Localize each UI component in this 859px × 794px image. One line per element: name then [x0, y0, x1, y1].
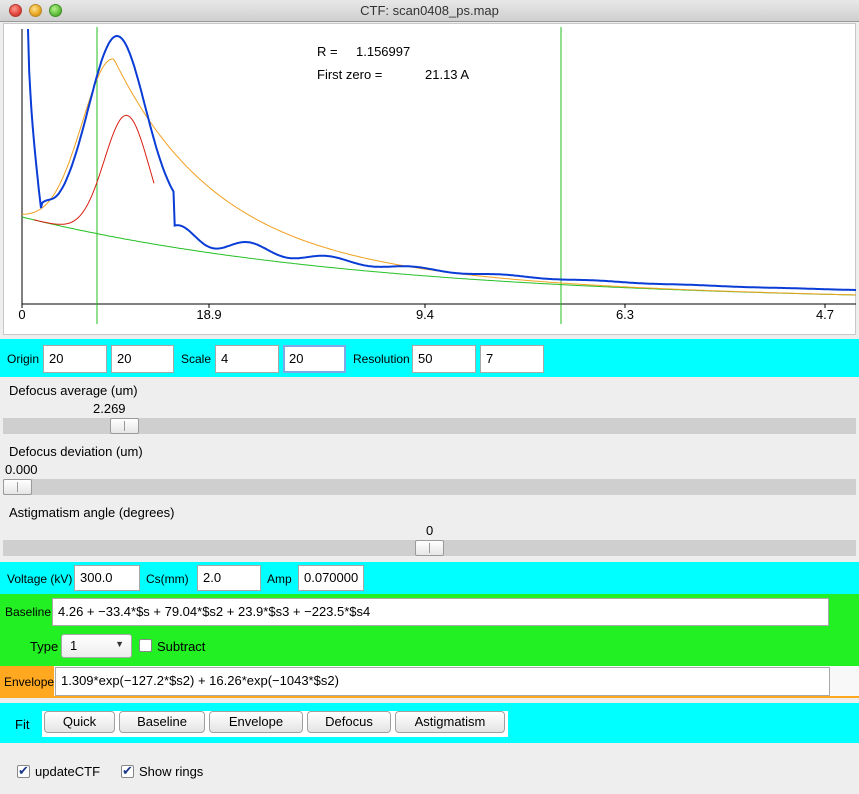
origin-y-field[interactable]: 20 [111, 345, 174, 373]
ctf-fit-curve [33, 114, 155, 225]
show-rings-checkbox[interactable] [121, 763, 134, 779]
baseline-label: Baseline [5, 605, 52, 619]
subtract-checkbox[interactable] [139, 639, 152, 652]
astigmatism-fit-button[interactable]: Astigmatism [395, 711, 505, 733]
scale-y-field[interactable]: 20 [283, 345, 346, 373]
baseline-curve [21, 216, 856, 296]
envelope-row: Envelope 1.309*exp(−127.2*$s2) + 16.26*e… [0, 666, 859, 698]
origin-x-field[interactable]: 20 [43, 345, 107, 373]
fit-buttons: Quick Baseline Envelope Defocus Astigmat… [42, 711, 508, 737]
defocus-average-value: 2.269 [93, 401, 126, 416]
params-bar: Origin 20 20 Scale 4 20 Resolution 50 7 [0, 339, 859, 377]
quick-fit-button[interactable]: Quick [44, 711, 115, 733]
defocus-deviation-label: Defocus deviation (um) [9, 444, 143, 459]
r-value: 1.156997 [356, 44, 411, 59]
defocus-deviation-thumb[interactable] [3, 479, 32, 495]
window-title: CTF: scan0408_ps.map [360, 3, 499, 18]
title-bar: CTF: scan0408_ps.map [0, 0, 859, 22]
baseline-fit-button[interactable]: Baseline [119, 711, 205, 733]
amp-label: Amp [267, 572, 292, 586]
microscope-bar: Voltage (kV) 300.0 Cs(mm) 2.0 Amp 0.0700… [0, 562, 859, 594]
baseline-expression-field[interactable]: 4.26 + −33.4*$s + 79.04*$s2 + 23.9*$s3 +… [52, 598, 829, 626]
scale-label: Scale [181, 352, 212, 366]
r-label: R = [317, 44, 338, 59]
baseline-bar: Baseline 4.26 + −33.4*$s + 79.04*$s2 + 2… [0, 594, 859, 666]
ctf-plot[interactable]: 0 18.9 9.4 6.3 4.7 R = 1.156997 First zero =… [3, 23, 856, 335]
cs-label: Cs(mm) [146, 572, 189, 586]
cs-field[interactable]: 2.0 [197, 565, 261, 591]
amp-field[interactable]: 0.070000 [298, 565, 364, 591]
origin-label: Origin [7, 352, 40, 366]
defocus-average-slider[interactable] [3, 418, 856, 434]
astigmatism-angle-thumb[interactable] [415, 540, 444, 556]
chevron-down-icon: ▼ [115, 639, 124, 649]
defocus-deviation-value: 0.000 [5, 462, 38, 477]
update-ctf-label: updateCTF [35, 764, 101, 779]
type-select[interactable]: 1 ▼ [61, 634, 132, 658]
show-rings-label: Show rings [139, 764, 204, 779]
type-label: Type [30, 639, 59, 654]
voltage-label: Voltage (kV) [7, 572, 73, 586]
x-tick-label: 9.4 [416, 307, 434, 322]
envelope-label: Envelope [4, 675, 55, 689]
resolution-b-field[interactable]: 7 [480, 345, 544, 373]
astigmatism-angle-label: Astigmatism angle (degrees) [9, 505, 175, 520]
astigmatism-angle-slider[interactable] [3, 540, 856, 556]
ctf-window: CTF: scan0408_ps.map 0 18.9 9.4 6.3 4.7 R = … [0, 0, 859, 794]
x-tick-label: 4.7 [816, 307, 834, 322]
defocus-fit-button[interactable]: Defocus [307, 711, 391, 733]
type-select-value: 1 [70, 638, 78, 653]
scale-x-field[interactable]: 4 [215, 345, 279, 373]
astigmatism-angle-value: 0 [426, 523, 434, 538]
resolution-a-field[interactable]: 50 [412, 345, 476, 373]
fit-label: Fit [15, 717, 30, 732]
subtract-label: Subtract [157, 639, 206, 654]
defocus-deviation-slider[interactable] [3, 479, 856, 495]
x-tick-label: 18.9 [196, 307, 221, 322]
x-tick-label: 0 [18, 307, 25, 322]
first-zero-label: First zero = [317, 67, 383, 82]
envelope-expression-field[interactable]: 1.309*exp(−127.2*$s2) + 16.26*exp(−1043*… [55, 667, 830, 696]
envelope-curve [21, 58, 856, 296]
update-ctf-checkbox[interactable] [17, 763, 30, 779]
envelope-fit-button[interactable]: Envelope [209, 711, 303, 733]
defocus-average-thumb[interactable] [110, 418, 139, 434]
voltage-field[interactable]: 300.0 [74, 565, 140, 591]
resolution-label: Resolution [353, 352, 410, 366]
defocus-average-label: Defocus average (um) [9, 383, 138, 398]
x-tick-label: 6.3 [616, 307, 634, 322]
envelope-underline [0, 696, 859, 698]
first-zero-value: 21.13 A [425, 67, 470, 82]
